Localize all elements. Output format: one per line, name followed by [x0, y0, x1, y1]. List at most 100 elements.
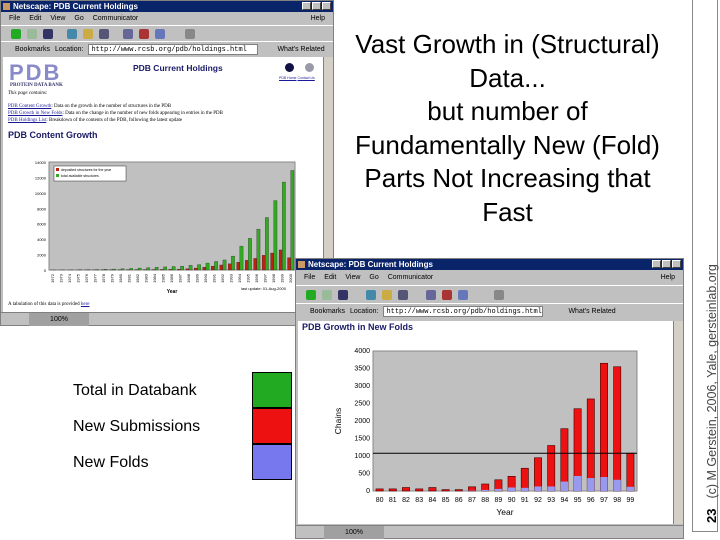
bar — [112, 268, 116, 271]
bar — [231, 255, 235, 271]
x-tick-label: 1985 — [161, 273, 166, 283]
x-tick-label: 1990 — [203, 273, 208, 283]
page-title: PDB Current Holdings — [133, 63, 223, 73]
menu-view[interactable]: View — [345, 270, 360, 285]
title-line: Fundamentally New (Fold) — [355, 129, 660, 160]
menu-go[interactable]: Go — [369, 270, 378, 285]
stop-icon[interactable] — [185, 28, 195, 39]
bar — [185, 268, 190, 271]
x-axis-label: Year — [496, 507, 513, 517]
netscape-guide-icon[interactable] — [398, 289, 408, 300]
shop-icon[interactable] — [155, 28, 165, 39]
page-content: PDB PROTEIN DATA BANK PDB Current Holdin… — [3, 57, 323, 312]
link-item: PDB Holdings List: Breakdown of the cont… — [8, 117, 223, 124]
x-tick-label: 1993 — [228, 273, 233, 283]
security-icon[interactable] — [442, 289, 452, 300]
bar — [521, 487, 529, 491]
toolbar — [296, 285, 683, 303]
menu-edit[interactable]: Edit — [324, 270, 336, 285]
maximize-button[interactable] — [662, 260, 671, 268]
menu-view[interactable]: View — [50, 12, 65, 25]
last-update: last update: 01-Aug-2000 — [241, 286, 286, 291]
here-link[interactable]: here — [81, 302, 90, 307]
search-icon[interactable] — [382, 289, 392, 300]
url-input[interactable]: http://www.rcsb.org/pdb/holdings.html — [383, 306, 544, 317]
tabulation-text: A tabulation of this data is provided — [8, 302, 81, 307]
bar — [228, 263, 232, 271]
contact-us-icon[interactable] — [305, 63, 314, 72]
menu-help[interactable]: Help — [311, 12, 325, 25]
y-tick-label: 8000 — [37, 206, 47, 211]
content-growth-link[interactable]: PDB Content Growth — [8, 104, 51, 109]
x-tick-label: 1991 — [211, 273, 216, 283]
reload-icon[interactable] — [338, 289, 348, 300]
x-tick-label: 1988 — [186, 273, 191, 283]
new-folds-link[interactable]: PDB Growth in New Folds — [8, 111, 62, 116]
whats-related-button[interactable]: What's Related — [277, 46, 324, 53]
title-bar: Netscape: PDB Current Holdings — [1, 1, 333, 12]
bar — [534, 486, 542, 491]
menu-edit[interactable]: Edit — [29, 12, 41, 25]
reload-icon[interactable] — [43, 28, 53, 39]
x-tick-label: 98 — [613, 497, 621, 504]
bar — [256, 228, 261, 271]
bar — [248, 238, 252, 271]
bar — [441, 489, 450, 492]
bar — [573, 475, 582, 491]
bar — [547, 486, 555, 491]
x-tick-label: 81 — [389, 497, 397, 504]
bar — [222, 259, 227, 271]
x-tick-label: 1981 — [127, 273, 132, 283]
minimize-button[interactable] — [652, 260, 661, 268]
bar — [244, 260, 249, 271]
menu-communicator[interactable]: Communicator — [388, 270, 434, 285]
forward-icon[interactable] — [27, 28, 37, 39]
x-tick-label: 1997 — [262, 273, 267, 283]
netscape-guide-icon[interactable] — [99, 28, 109, 39]
y-tick-label: 0 — [44, 268, 47, 273]
vertical-scrollbar[interactable] — [673, 321, 683, 524]
pdb-home-icon[interactable] — [285, 63, 294, 72]
x-tick-label: 96 — [587, 497, 595, 504]
bar — [194, 267, 198, 271]
home-icon[interactable] — [67, 28, 77, 39]
menu-file[interactable]: File — [304, 270, 315, 285]
print-icon[interactable] — [426, 289, 436, 300]
bar — [375, 488, 384, 492]
bar — [626, 452, 635, 492]
close-button[interactable] — [322, 2, 331, 10]
maximize-button[interactable] — [312, 2, 321, 10]
back-icon[interactable] — [306, 289, 316, 300]
bar — [103, 269, 108, 271]
y-tick-label: 500 — [358, 471, 370, 478]
pdb-home-link[interactable]: PDB Home — [279, 76, 297, 80]
x-tick-label: 1996 — [254, 273, 259, 283]
security-icon[interactable] — [139, 28, 149, 39]
y-tick-label: 3000 — [354, 383, 370, 390]
minimize-button[interactable] — [302, 2, 311, 10]
back-icon[interactable] — [11, 28, 21, 39]
bookmarks-button[interactable]: Bookmarks — [310, 308, 345, 315]
bar — [146, 267, 150, 271]
bar — [520, 467, 529, 492]
bookmarks-button[interactable]: Bookmarks — [15, 46, 50, 53]
home-icon[interactable] — [366, 289, 376, 300]
shop-icon[interactable] — [458, 289, 468, 300]
window-title: Netscape: PDB Current Holdings — [13, 2, 138, 11]
holdings-list-link[interactable]: PDB Holdings List — [8, 118, 46, 123]
contact-us-link[interactable]: Contact Us — [298, 76, 315, 80]
menu-go[interactable]: Go — [74, 12, 83, 25]
x-tick-label: 1994 — [237, 273, 242, 283]
title-line: Vast Growth in (Structural) — [355, 29, 660, 59]
forward-icon[interactable] — [322, 289, 332, 300]
stop-icon[interactable] — [494, 289, 504, 300]
menu-file[interactable]: File — [9, 12, 20, 25]
close-button[interactable] — [672, 260, 681, 268]
menu-help[interactable]: Help — [661, 270, 675, 285]
whats-related-button[interactable]: What's Related — [568, 308, 615, 315]
print-icon[interactable] — [123, 28, 133, 39]
url-input[interactable]: http://www.rcsb.org/pdb/holdings.html — [88, 43, 259, 55]
link-item: PDB Growth in New Folds: Data on the cha… — [8, 110, 223, 117]
search-icon[interactable] — [83, 28, 93, 39]
menu-communicator[interactable]: Communicator — [93, 12, 139, 25]
